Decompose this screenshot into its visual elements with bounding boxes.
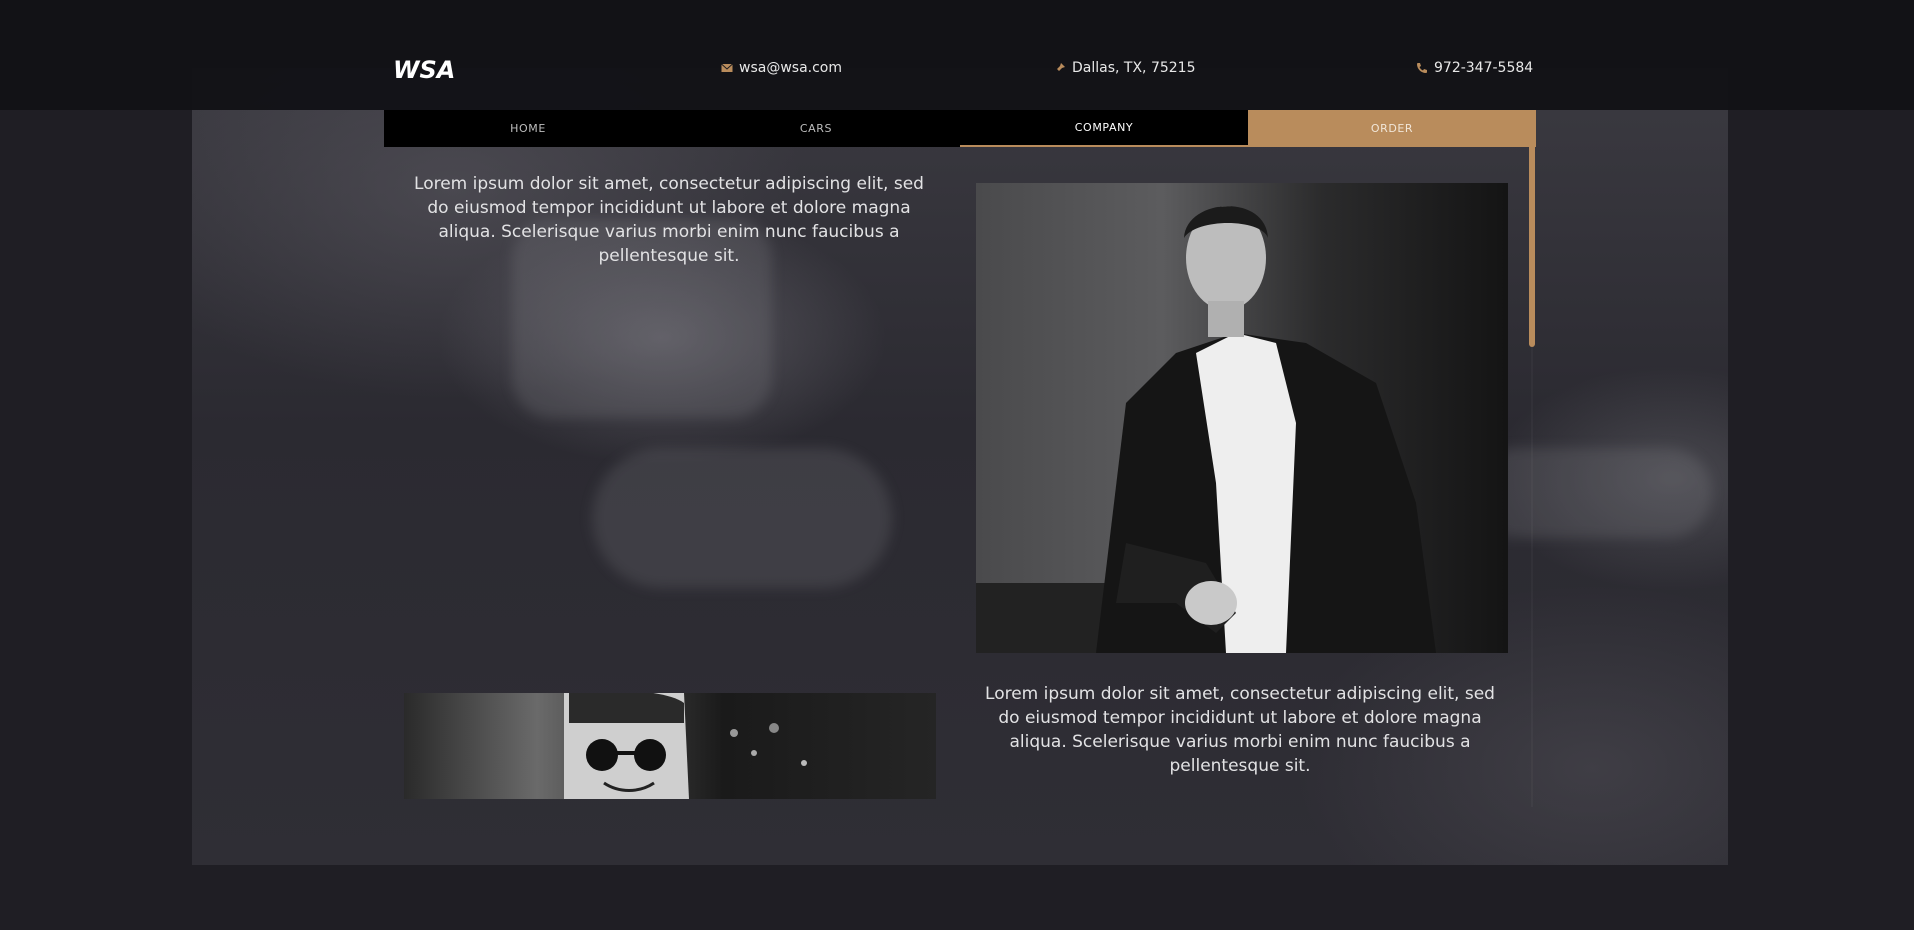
intro-paragraph: Lorem ipsum dolor sit amet, consectetur …: [414, 174, 924, 266]
envelope-icon: [721, 63, 733, 72]
location-text: Dallas, TX, 75215: [1072, 60, 1196, 76]
nav-company[interactable]: COMPANY: [960, 110, 1248, 147]
nav-order[interactable]: ORDER: [1248, 110, 1536, 147]
scroll-indicator[interactable]: [1529, 147, 1535, 347]
smiling-man-sunglasses-photo: [404, 693, 936, 799]
second-paragraph: Lorem ipsum dolor sit amet, consectetur …: [985, 684, 1495, 776]
phone-icon: [1417, 63, 1427, 73]
main-nav: HOME CARS COMPANY ORDER: [384, 110, 1536, 147]
sunglasses-illustration: [564, 693, 807, 799]
header-location: Dallas, TX, 75215: [1054, 60, 1196, 76]
car-silhouette-shape: [1472, 448, 1712, 538]
email-text: wsa@wsa.com: [739, 60, 842, 76]
portrait-illustration: [976, 206, 1436, 653]
nav-home[interactable]: HOME: [384, 110, 672, 147]
header-email[interactable]: wsa@wsa.com: [721, 60, 842, 76]
top-header: [0, 0, 1914, 110]
pin-icon: [1055, 63, 1065, 73]
logo-text: WSA: [393, 56, 455, 84]
wsa-logo[interactable]: WSA: [393, 56, 475, 84]
dashboard-knobs-shape: [592, 448, 892, 588]
nav-cars[interactable]: CARS: [672, 110, 960, 147]
header-phone[interactable]: 972-347-5584: [1416, 60, 1533, 76]
scroll-track-line: [1531, 347, 1533, 807]
portrait-man-suit-photo: [976, 183, 1508, 653]
phone-text: 972-347-5584: [1434, 60, 1534, 76]
